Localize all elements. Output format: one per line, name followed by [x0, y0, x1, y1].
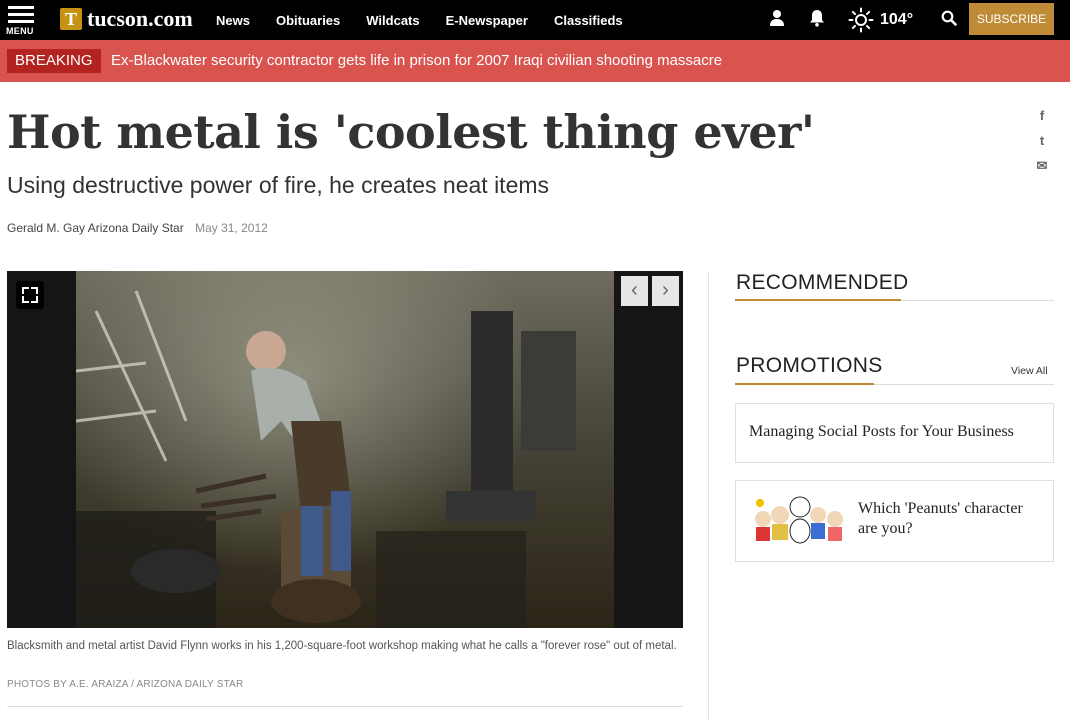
gallery-next-button[interactable]: ›	[652, 276, 679, 306]
promo-card[interactable]: Which 'Peanuts' character are you?	[735, 480, 1054, 562]
temperature-text: 104°	[880, 11, 914, 28]
gallery-prev-button[interactable]: ‹	[621, 276, 648, 306]
photo-credit: PHOTOS BY A.E. ARAIZA / ARIZONA DAILY ST…	[7, 679, 244, 690]
nav-link-obituaries[interactable]: Obituaries	[276, 13, 340, 28]
subscribe-button[interactable]: SUBSCRIBE	[969, 3, 1054, 35]
primary-nav: News Obituaries Wildcats E-Newspaper Cla…	[216, 0, 649, 40]
nav-link-wildcats[interactable]: Wildcats	[366, 13, 419, 28]
weather-widget[interactable]: 104°	[848, 6, 918, 34]
menu-button[interactable]: MENU	[6, 4, 38, 36]
menu-icon-bar	[8, 13, 34, 16]
promo-card[interactable]: Managing Social Posts for Your Business	[735, 403, 1054, 463]
facebook-share-icon[interactable]: f	[1034, 106, 1050, 126]
breaking-badge: BREAKING	[7, 49, 101, 73]
photo-caption: Blacksmith and metal artist David Flynn …	[7, 640, 677, 652]
menu-icon-bar	[8, 6, 34, 9]
publish-date: May 31, 2012	[195, 221, 268, 235]
workshop-photo-illustration	[76, 290, 576, 628]
logo-text: tucson.com	[87, 6, 193, 31]
view-all-link[interactable]: View All	[1011, 365, 1048, 377]
article-photo[interactable]	[76, 271, 614, 628]
heading-underline	[735, 383, 874, 385]
user-icon[interactable]	[770, 10, 784, 26]
nav-link-classifieds[interactable]: Classifieds	[554, 13, 623, 28]
recommended-heading: RECOMMENDED	[736, 271, 909, 294]
sun-icon	[848, 7, 874, 33]
nav-link-news[interactable]: News	[216, 13, 250, 28]
author-name[interactable]: Gerald M. Gay Arizona Daily Star	[7, 221, 184, 235]
article-headline: Hot metal is 'coolest thing ever'	[7, 105, 815, 159]
breaking-news-bar[interactable]: BREAKING Ex-Blackwater security contract…	[0, 40, 1070, 82]
menu-label: MENU	[6, 26, 34, 36]
top-navigation-bar: MENU T tucson.com News Obituaries Wildca…	[0, 0, 1070, 40]
site-logo[interactable]: T tucson.com	[60, 6, 193, 32]
notifications-bell-icon[interactable]	[809, 9, 825, 27]
photo-gallery: ‹ ›	[7, 271, 683, 628]
nav-link-e-newspaper[interactable]: E-Newspaper	[446, 13, 528, 28]
fullscreen-icon[interactable]	[16, 281, 44, 309]
promotions-heading: PROMOTIONS	[736, 354, 883, 377]
share-tools: f t ✉	[1034, 106, 1050, 181]
menu-icon-bar	[8, 20, 34, 23]
breaking-headline[interactable]: Ex-Blackwater security contractor gets l…	[111, 50, 722, 72]
peanuts-characters-thumbnail	[755, 496, 843, 544]
email-share-icon[interactable]: ✉	[1034, 156, 1050, 176]
article-subhead: Using destructive power of fire, he crea…	[7, 172, 550, 198]
heading-underline	[735, 299, 901, 301]
logo-mark: T	[60, 8, 82, 30]
column-divider	[708, 271, 709, 720]
search-icon[interactable]	[941, 10, 957, 26]
promo-title: Managing Social Posts for Your Business	[749, 423, 1014, 440]
twitter-share-icon[interactable]: t	[1034, 131, 1050, 151]
promo-title: Which 'Peanuts' character are you?	[858, 500, 1023, 537]
byline: Gerald M. Gay Arizona Daily Star May 31,…	[7, 221, 268, 235]
divider	[7, 706, 683, 707]
